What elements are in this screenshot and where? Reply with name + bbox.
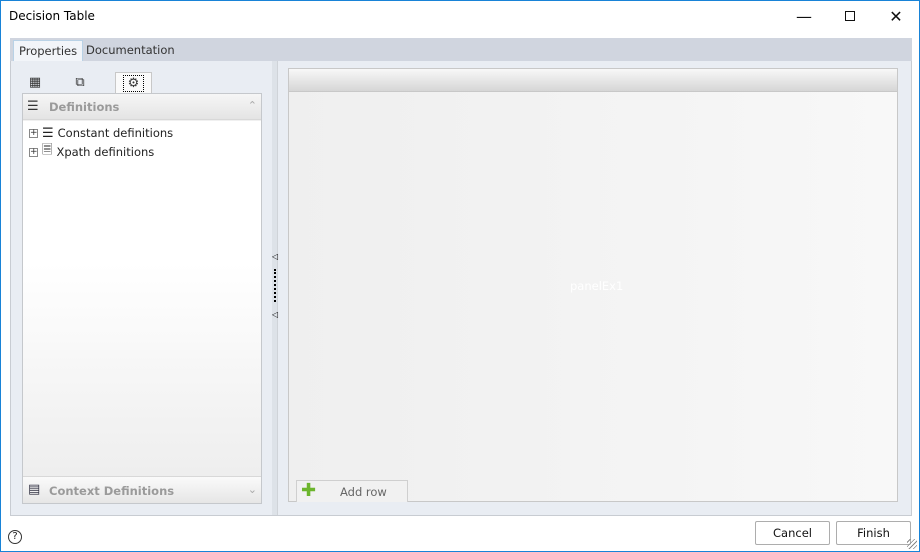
document-grid-icon: ▦ [28, 75, 42, 90]
splitter-handle[interactable]: ◁ ◁ [272, 61, 278, 515]
gear-icon: ⚙ [122, 74, 145, 92]
cancel-button[interactable]: Cancel [755, 521, 830, 545]
expand-icon[interactable]: + [29, 128, 38, 138]
add-row-button[interactable]: ✚ Add row [296, 480, 408, 502]
definitions-tree: + ☰ Constant definitions + 🗏 Xpath defin… [23, 121, 261, 476]
close-icon: ✕ [889, 6, 903, 26]
minimize-button[interactable]: — [781, 1, 827, 31]
collapse-arrow-icon[interactable]: ◁ [272, 252, 278, 261]
gear-tab[interactable]: ⚙ [115, 72, 152, 93]
context-definitions-header[interactable]: ▤ Context Definitions ⌄ [23, 476, 261, 503]
table-header [289, 69, 897, 92]
maximize-button[interactable] [827, 1, 873, 31]
plus-icon: ✚ [301, 480, 317, 501]
node-label: Xpath definitions [56, 145, 155, 159]
definitions-header[interactable]: ☰ Definitions ⌃ [23, 94, 261, 120]
tab-properties[interactable]: Properties [13, 40, 84, 61]
context-definitions-title: Context Definitions [49, 484, 175, 498]
grip-dots[interactable] [274, 269, 276, 302]
resize-grip[interactable] [907, 539, 917, 549]
nested-boxes-tab[interactable]: ⧉ [65, 72, 95, 93]
tree-node-xpath-definitions[interactable]: + 🗏 Xpath definitions [29, 143, 154, 161]
document-grid-tab[interactable]: ▦ [20, 72, 50, 93]
collapse-arrow-icon[interactable]: ◁ [272, 310, 278, 319]
decision-table-panel: panelEx1 ✚ Add row [288, 68, 898, 502]
tab-strip: Properties Documentation [10, 38, 912, 61]
definitions-title: Definitions [49, 100, 120, 114]
maximize-icon [845, 11, 855, 21]
left-panel: ▦ ⧉ ⚙ ☰ Definitions ⌃ + ☰ Constant defin… [11, 61, 272, 515]
expand-icon[interactable]: + [29, 147, 38, 157]
checklist-icon: ☰ [27, 99, 39, 114]
close-button[interactable]: ✕ [873, 1, 919, 31]
minimize-icon: — [796, 6, 812, 26]
properties-content: ▦ ⧉ ⚙ ☰ Definitions ⌃ + ☰ Constant defin… [10, 61, 912, 516]
tree-node-constant-definitions[interactable]: + ☰ Constant definitions [29, 124, 173, 142]
nested-boxes-icon: ⧉ [75, 75, 85, 90]
window-title: Decision Table [9, 9, 95, 23]
decision-table-window: Decision Table — ✕ Properties Documentat… [0, 0, 920, 552]
node-label: Constant definitions [57, 126, 174, 140]
help-icon[interactable]: ? [8, 530, 22, 544]
tab-documentation[interactable]: Documentation [81, 40, 180, 61]
xpath-icon: 🗏 [42, 143, 53, 158]
panel-placeholder-label: panelEx1 [570, 279, 624, 293]
list-icon: ☰ [42, 125, 54, 141]
add-row-label: Add row [340, 485, 387, 499]
definitions-group: ☰ Definitions ⌃ + ☰ Constant definitions… [22, 93, 262, 504]
chevron-down-icon[interactable]: ⌄ [248, 483, 257, 496]
book-icon: ▤ [28, 482, 41, 497]
finish-button[interactable]: Finish [836, 521, 911, 545]
chevron-up-icon[interactable]: ⌃ [248, 99, 257, 112]
